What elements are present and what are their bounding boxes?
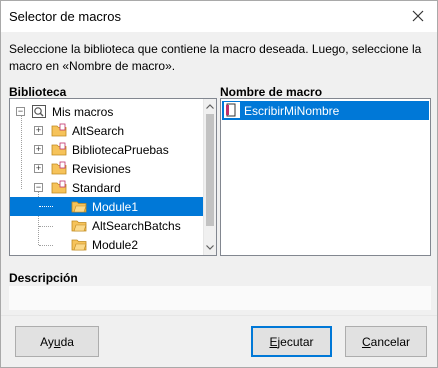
library-folder-icon: [51, 123, 67, 137]
dialog-title: Selector de macros: [9, 9, 121, 24]
cancel-button[interactable]: Cancelar: [345, 326, 427, 357]
tree-item-label: Module1: [92, 200, 139, 214]
expand-icon[interactable]: +: [34, 126, 43, 135]
chevron-down-icon: [206, 244, 214, 250]
tree-item-altsearch[interactable]: + AltSearch: [10, 121, 204, 140]
run-button-label: Ejecutar: [269, 334, 314, 349]
description-field: [9, 286, 431, 310]
tree-item-module2[interactable]: Module2: [10, 235, 204, 254]
tree-item-label: AltSearch: [72, 124, 125, 138]
close-button[interactable]: [405, 4, 431, 28]
macro-item-label: EscribirMiNombre: [244, 104, 340, 118]
library-tree[interactable]: − Mis macros + AltSearch + BibliotecaPru…: [9, 98, 217, 256]
macro-name-label: Nombre de macro: [220, 85, 323, 99]
tree-item-module1[interactable]: Module1: [10, 197, 204, 216]
my-macros-icon: [32, 105, 46, 118]
expand-icon[interactable]: +: [34, 145, 43, 154]
library-folder-icon: [51, 142, 67, 156]
module-icon: [71, 201, 87, 213]
macro-selector-dialog: Selector de macros Seleccione la bibliot…: [0, 0, 438, 368]
tree-item-label: Mis macros: [52, 105, 114, 119]
module-icon: [71, 220, 87, 232]
tree-item-label: AltSearchBatchs: [92, 219, 181, 233]
library-label: Biblioteca: [9, 85, 67, 99]
macro-icon: [224, 102, 240, 118]
divider: [1, 315, 437, 316]
scrollbar-thumb[interactable]: [206, 114, 214, 226]
macro-name-list[interactable]: EscribirMiNombre: [220, 98, 431, 256]
title-bar: Selector de macros: [1, 1, 437, 32]
tree-item-revisiones[interactable]: + Revisiones: [10, 159, 204, 178]
tree-item-label: Standard: [72, 181, 121, 195]
tree-item-label: Module2: [92, 238, 139, 252]
help-button[interactable]: Ayuda: [15, 326, 99, 357]
scroll-down-button[interactable]: [204, 240, 216, 254]
run-button[interactable]: Ejecutar: [251, 326, 332, 357]
chevron-up-icon: [206, 103, 214, 109]
collapse-icon[interactable]: −: [16, 107, 25, 116]
description-label: Descripción: [9, 271, 78, 285]
tree-item-standard[interactable]: − Standard: [10, 178, 204, 197]
tree-item-my-macros[interactable]: − Mis macros: [10, 102, 204, 121]
close-icon: [412, 10, 424, 22]
tree-guide: [39, 206, 53, 207]
instructions-line-2: macro en «Nombre de macro».: [9, 59, 176, 73]
tree-item-label: Revisiones: [72, 162, 131, 176]
library-folder-icon: [51, 161, 67, 175]
help-button-label: Ayuda: [40, 334, 74, 349]
library-folder-icon: [51, 180, 67, 194]
cancel-button-label: Cancelar: [361, 334, 411, 349]
instructions-text: Seleccione la biblioteca que contiene la…: [9, 41, 429, 75]
scroll-up-button[interactable]: [204, 99, 216, 113]
library-scrollbar[interactable]: [203, 99, 216, 255]
tree-item-bibliotecapruebas[interactable]: + BibliotecaPruebas: [10, 140, 204, 159]
tree-item-label: BibliotecaPruebas: [72, 143, 169, 157]
collapse-icon[interactable]: −: [34, 183, 43, 192]
expand-icon[interactable]: +: [34, 164, 43, 173]
tree-item-altsearchbatchs[interactable]: AltSearchBatchs: [10, 216, 204, 235]
module-icon: [71, 239, 87, 251]
instructions-line-1: Seleccione la biblioteca que contiene la…: [9, 42, 422, 56]
macro-item-escribirminombre[interactable]: EscribirMiNombre: [222, 101, 429, 120]
